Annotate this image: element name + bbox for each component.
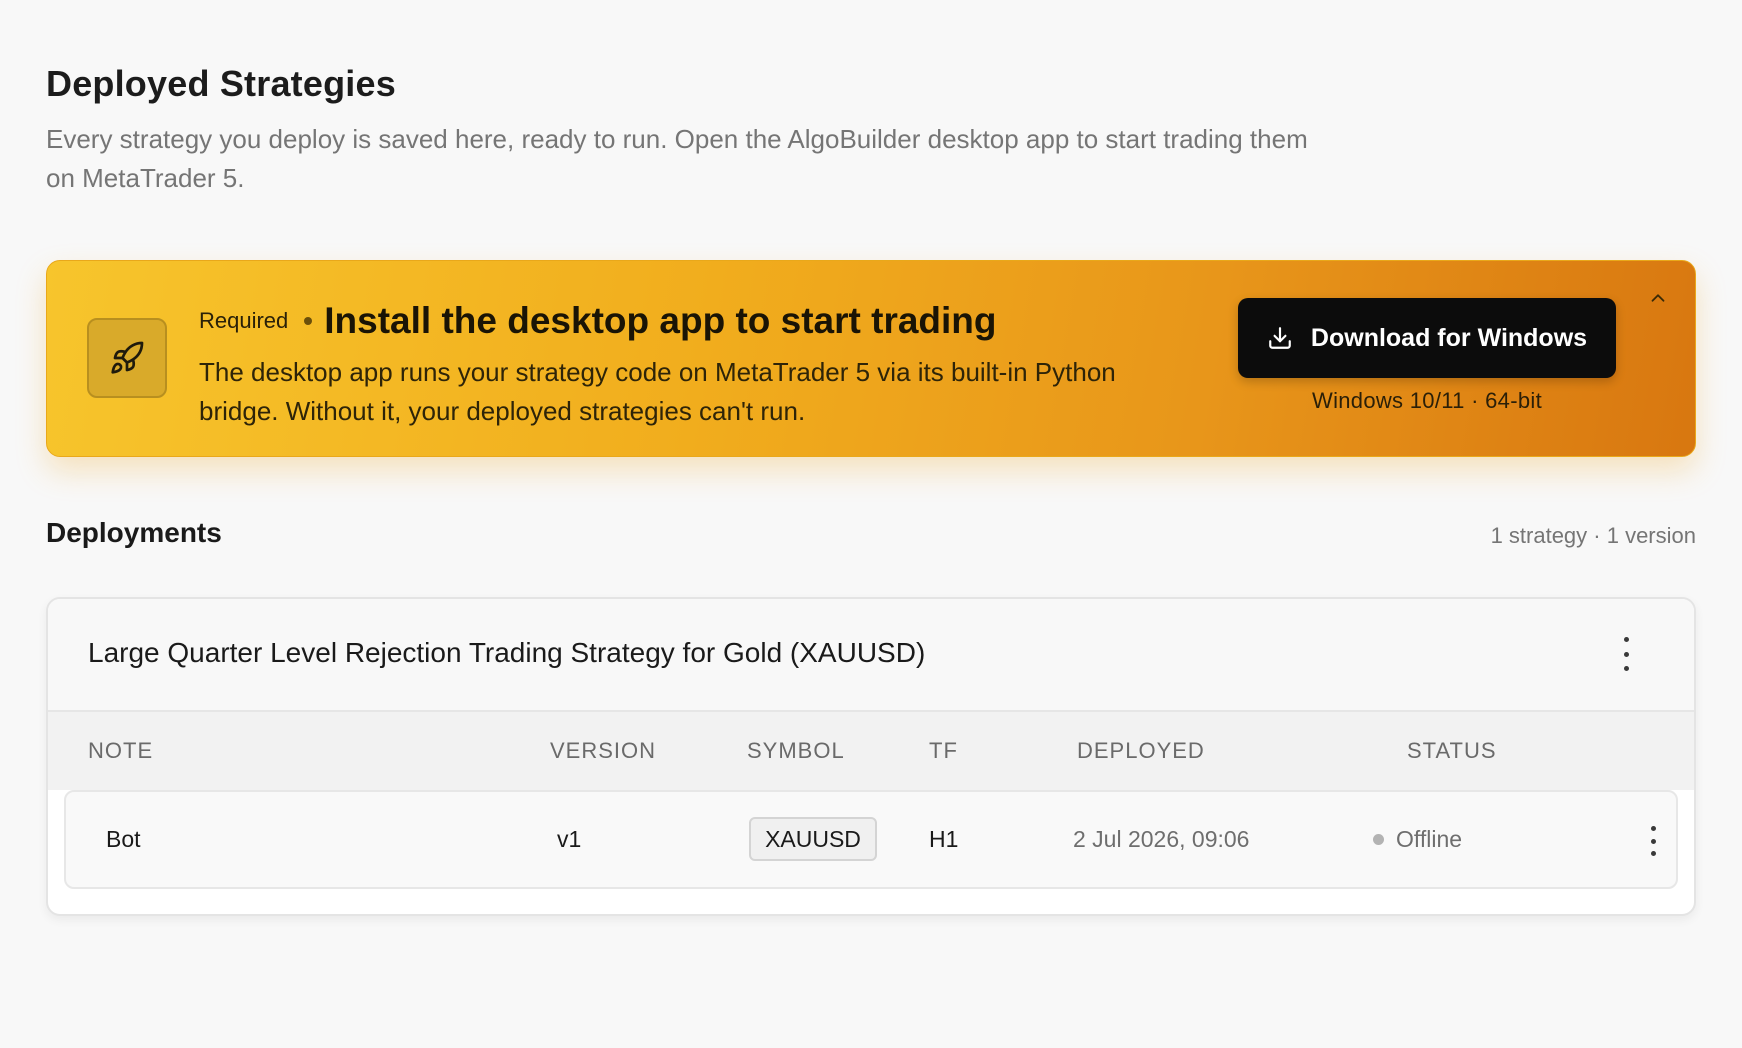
row-deployed-date: 2 Jul 2026, 09:06 <box>1073 826 1250 852</box>
required-label: Required <box>199 308 289 333</box>
rocket-icon <box>87 318 167 398</box>
download-icon <box>1267 325 1293 351</box>
row-version: v1 <box>557 826 582 852</box>
download-requirements: Windows 10/11 · 64-bit <box>1312 388 1542 413</box>
install-banner: Required Install the desktop app to star… <box>46 260 1696 457</box>
page-subtitle: Every strategy you deploy is saved here,… <box>46 124 1308 193</box>
banner-text: Required Install the desktop app to star… <box>199 297 1199 431</box>
strategy-more-icon[interactable] <box>1620 637 1632 671</box>
status-label: Offline <box>1396 826 1463 852</box>
column-note: NOTE <box>88 738 154 763</box>
download-windows-button[interactable]: Download for Windows <box>1238 298 1616 378</box>
column-symbol: SYMBOL <box>747 738 845 763</box>
row-timeframe: H1 <box>929 826 959 852</box>
banner-headline: Required Install the desktop app to star… <box>199 297 1199 345</box>
column-status: STATUS <box>1407 738 1497 763</box>
strategy-name: Large Quarter Level Rejection Trading St… <box>88 637 926 668</box>
row-more-icon[interactable] <box>1647 826 1659 856</box>
deployments-title: Deployments <box>46 517 222 548</box>
column-deployed: DEPLOYED <box>1077 738 1205 763</box>
table-header: NOTE VERSION SYMBOL TF DEPLOYED STATUS <box>48 712 1694 790</box>
status-dot <box>1373 834 1384 845</box>
deployments-count: 1 strategy · 1 version <box>1490 523 1696 548</box>
strategy-card: Large Quarter Level Rejection Trading St… <box>46 597 1696 916</box>
row-note: Bot <box>106 826 141 852</box>
banner-description: The desktop app runs your strategy code … <box>199 357 1116 426</box>
strategy-card-header: Large Quarter Level Rejection Trading St… <box>48 599 1694 712</box>
deployments-header: Deployments 1 strategy · 1 version <box>46 517 1696 561</box>
separator-dot <box>304 317 313 325</box>
page-title: Deployed Strategies <box>46 63 396 104</box>
chevron-up-icon[interactable] <box>1643 283 1673 313</box>
status-badge: Offline <box>1373 826 1462 853</box>
column-tf: TF <box>929 738 958 763</box>
page: Deployed Strategies Every strategy you d… <box>0 0 1742 1048</box>
column-version: VERSION <box>550 738 657 763</box>
banner-title: Install the desktop app to start trading <box>324 300 997 341</box>
table-row[interactable]: Bot v1 XAUUSD H1 2 Jul 2026, 09:06 Offli… <box>64 790 1678 889</box>
symbol-badge: XAUUSD <box>749 817 877 861</box>
download-button-label: Download for Windows <box>1310 323 1588 352</box>
